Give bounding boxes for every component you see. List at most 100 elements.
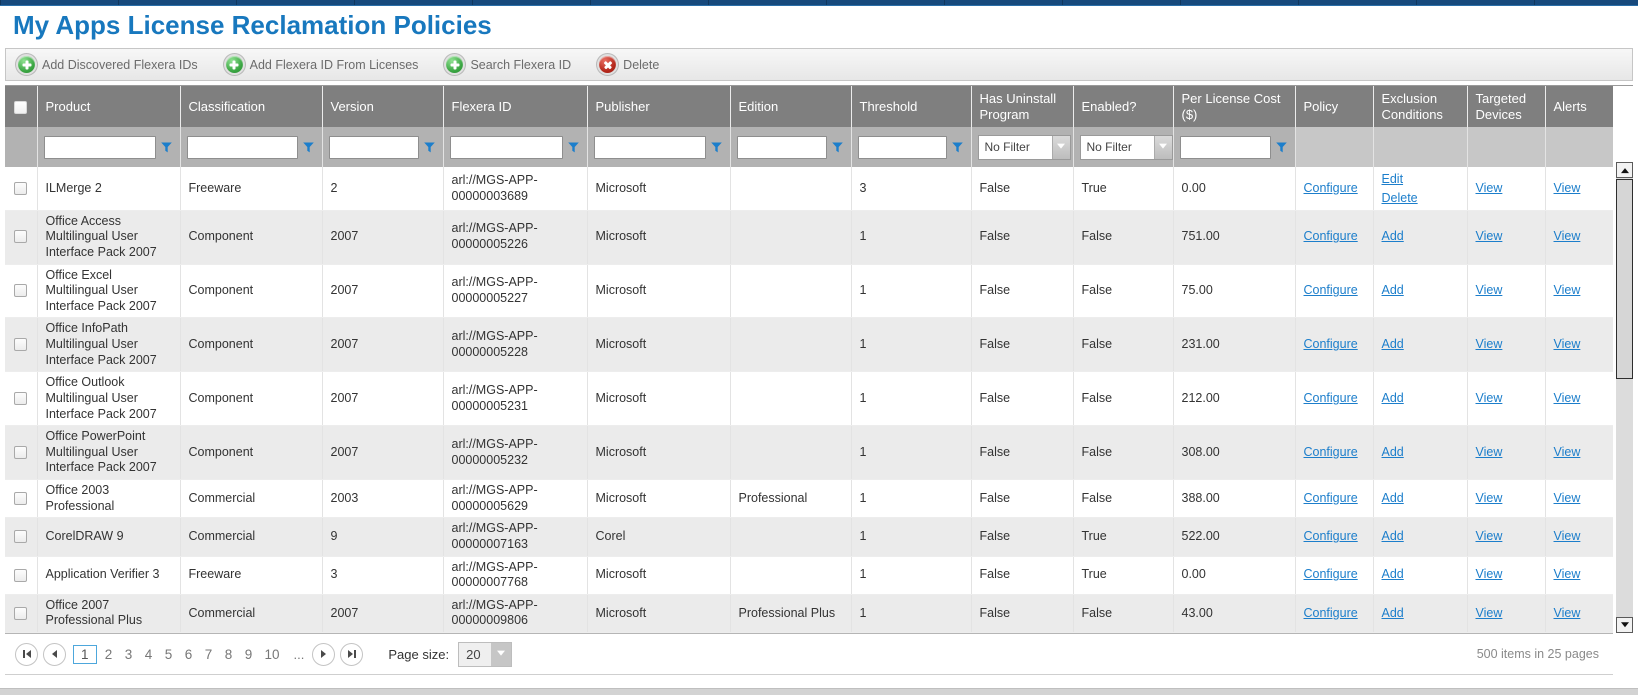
targeted-devices-view-link[interactable]: View [1476,229,1503,243]
filter-input-threshold[interactable] [858,136,947,159]
page-number-1[interactable]: 1 [73,645,97,664]
classification-funnel-filter-icon[interactable] [301,142,316,153]
page-number-4[interactable]: 4 [141,645,157,664]
targeted-devices-view-link[interactable]: View [1476,606,1503,620]
page-number-5[interactable]: 5 [161,645,177,664]
add-discovered-flexera-ids-button[interactable]: Add Discovered Flexera IDs [18,56,198,73]
policy-configure-link[interactable]: Configure [1304,181,1358,195]
alerts-view-link[interactable]: View [1554,337,1581,351]
product-funnel-filter-icon[interactable] [159,142,174,153]
targeted-devices-view-link[interactable]: View [1476,491,1503,505]
targeted-devices-view-link[interactable]: View [1476,567,1503,581]
policy-configure-link[interactable]: Configure [1304,337,1358,351]
first-page-button[interactable] [15,643,38,666]
row-checkbox[interactable] [14,492,27,505]
column-header-version[interactable]: Version [322,86,443,127]
policy-configure-link[interactable]: Configure [1304,391,1358,405]
prev-page-button[interactable] [43,643,66,666]
row-checkbox[interactable] [14,446,27,459]
search-flexera-id-button[interactable]: Search Flexera ID [446,56,571,73]
filter-input-product[interactable] [44,136,156,159]
alerts-view-link[interactable]: View [1554,445,1581,459]
exclusion-add-link[interactable]: Add [1382,337,1404,351]
filter-input-cost[interactable] [1180,136,1271,159]
column-header-has_uninstall[interactable]: Has Uninstall Program [971,86,1073,127]
column-header-targeted[interactable]: Targeted Devices [1467,86,1545,127]
add-flexera-id-from-licenses-button[interactable]: Add Flexera ID From Licenses [226,56,419,73]
edition-funnel-filter-icon[interactable] [830,142,845,153]
threshold-funnel-filter-icon[interactable] [950,142,965,153]
policy-configure-link[interactable]: Configure [1304,283,1358,297]
targeted-devices-view-link[interactable]: View [1476,283,1503,297]
exclusion-add-link[interactable]: Add [1382,445,1404,459]
flexera_id-funnel-filter-icon[interactable] [566,142,581,153]
alerts-view-link[interactable]: View [1554,391,1581,405]
delete-button[interactable]: Delete [599,56,659,73]
scroll-up-button[interactable] [1616,162,1633,178]
column-header-exclusion[interactable]: Exclusion Conditions [1373,86,1467,127]
targeted-devices-view-link[interactable]: View [1476,181,1503,195]
exclusion-add-link[interactable]: Add [1382,229,1404,243]
exclusion-add-link[interactable]: Add [1382,391,1404,405]
alerts-view-link[interactable]: View [1554,529,1581,543]
column-header-publisher[interactable]: Publisher [587,86,730,127]
dropdown-arrow-icon[interactable] [1052,136,1070,159]
targeted-devices-view-link[interactable]: View [1476,529,1503,543]
row-checkbox[interactable] [14,392,27,405]
targeted-devices-view-link[interactable]: View [1476,337,1503,351]
row-checkbox[interactable] [14,284,27,297]
page-number-8[interactable]: 8 [221,645,237,664]
filter-input-version[interactable] [329,136,419,159]
filter-select-has_uninstall[interactable]: No Filter [978,135,1071,160]
page-number-6[interactable]: 6 [181,645,197,664]
row-checkbox[interactable] [14,569,27,582]
alerts-view-link[interactable]: View [1554,181,1581,195]
version-funnel-filter-icon[interactable] [422,142,437,153]
page-size-select[interactable]: 20 [458,642,512,667]
scroll-down-button[interactable] [1616,617,1633,633]
policy-configure-link[interactable]: Configure [1304,606,1358,620]
select-all-checkbox[interactable] [14,101,27,114]
exclusion-add-link[interactable]: Add [1382,529,1404,543]
page-number-2[interactable]: 2 [101,645,117,664]
policy-configure-link[interactable]: Configure [1304,445,1358,459]
page-number-7[interactable]: 7 [201,645,217,664]
exclusion-add-link[interactable]: Add [1382,567,1404,581]
dropdown-arrow-icon[interactable] [1154,136,1172,159]
row-checkbox[interactable] [14,230,27,243]
dropdown-arrow-icon[interactable] [491,643,511,666]
column-header-flexera_id[interactable]: Flexera ID [443,86,587,127]
column-header-enabled[interactable]: Enabled? [1073,86,1173,127]
filter-select-enabled[interactable]: No Filter [1080,135,1173,160]
filter-input-publisher[interactable] [594,136,706,159]
alerts-view-link[interactable]: View [1554,491,1581,505]
targeted-devices-view-link[interactable]: View [1476,391,1503,405]
policy-configure-link[interactable]: Configure [1304,491,1358,505]
filter-input-flexera_id[interactable] [450,136,563,159]
last-page-button[interactable] [340,643,363,666]
page-number-3[interactable]: 3 [121,645,137,664]
exclusion-add-link[interactable]: Add [1382,283,1404,297]
row-checkbox[interactable] [14,182,27,195]
policy-configure-link[interactable]: Configure [1304,529,1358,543]
page-number-9[interactable]: 9 [241,645,257,664]
row-checkbox[interactable] [14,338,27,351]
policy-configure-link[interactable]: Configure [1304,229,1358,243]
alerts-view-link[interactable]: View [1554,283,1581,297]
targeted-devices-view-link[interactable]: View [1476,445,1503,459]
alerts-view-link[interactable]: View [1554,567,1581,581]
page-number-10[interactable]: 10 [261,645,284,664]
cost-funnel-filter-icon[interactable] [1274,142,1289,153]
filter-input-classification[interactable] [187,136,298,159]
exclusion-delete-link[interactable]: Delete [1382,189,1459,207]
policy-configure-link[interactable]: Configure [1304,567,1358,581]
column-header-alerts[interactable]: Alerts [1545,86,1613,127]
column-header-edition[interactable]: Edition [730,86,851,127]
column-header-threshold[interactable]: Threshold [851,86,971,127]
column-header-cost[interactable]: Per License Cost ($) [1173,86,1295,127]
filter-input-edition[interactable] [737,136,827,159]
row-checkbox[interactable] [14,607,27,620]
exclusion-add-link[interactable]: Add [1382,491,1404,505]
next-page-button[interactable] [312,643,335,666]
vertical-scrollbar[interactable] [1616,162,1633,633]
